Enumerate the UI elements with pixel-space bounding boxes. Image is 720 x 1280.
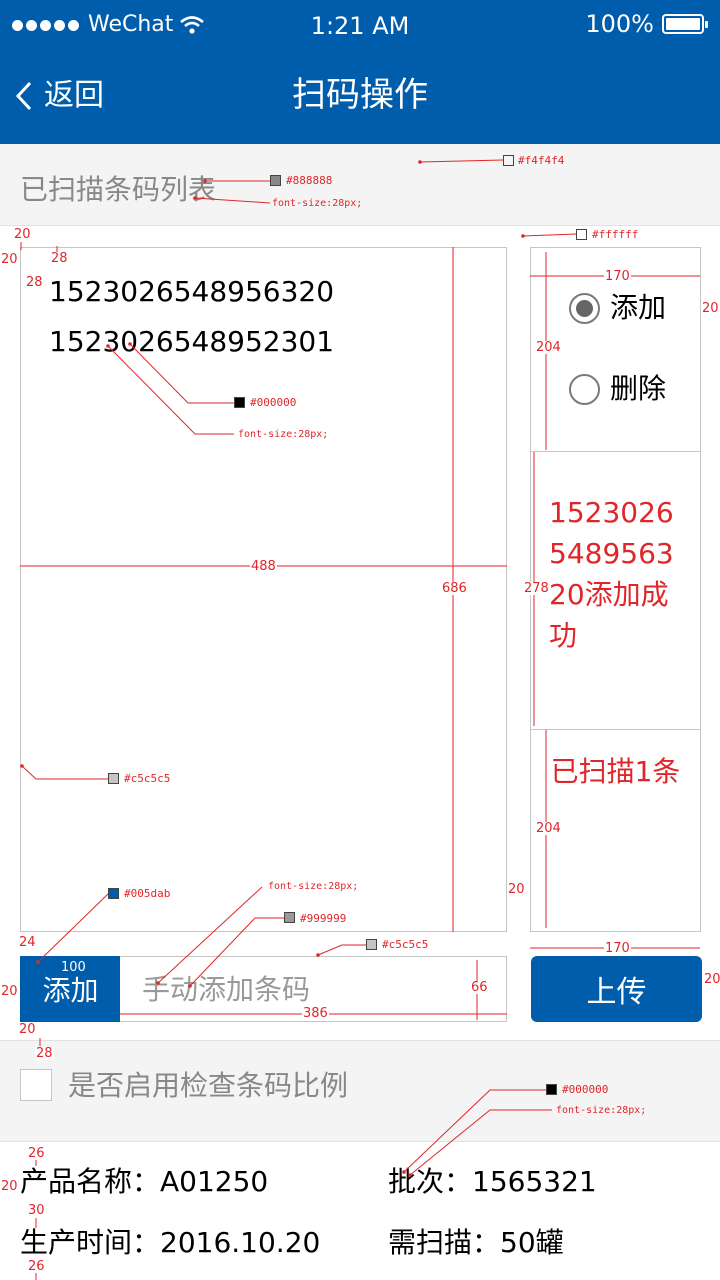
- battery-icon: [662, 14, 708, 34]
- dimension-label: 20: [0, 1179, 19, 1194]
- annotation-label: #000000: [562, 1083, 609, 1096]
- production-date-label: 生产时间：: [20, 1226, 161, 1259]
- dimension-label: 26: [27, 1146, 46, 1161]
- annotation-label: font-size:28px;: [272, 198, 363, 209]
- product-name-row: 产品名称：A01250: [20, 1168, 268, 1196]
- required-scan-row: 需扫描：50罐: [388, 1229, 564, 1257]
- annotation-label: #c5c5c5: [382, 938, 429, 951]
- mode-option-add[interactable]: 添加: [569, 290, 666, 326]
- scanned-list-header: 已扫描条码列表: [0, 144, 720, 226]
- required-scan-value: 50罐: [500, 1226, 564, 1259]
- dimension-label: 20: [507, 882, 526, 897]
- dimension-label: 170: [604, 941, 631, 956]
- app-header: WeChat 1:21 AM 100% 返回 扫码操作: [0, 0, 720, 144]
- product-name-label: 产品名称：: [20, 1165, 161, 1198]
- dimension-label: 30: [27, 1203, 46, 1218]
- scan-result-message: 1523026548956320添加成功: [549, 496, 674, 652]
- dimension-label: 28: [25, 275, 44, 290]
- mode-option-delete[interactable]: 删除: [569, 371, 666, 407]
- annotation-label: #005dab: [124, 887, 171, 900]
- batch-row: 批次：1565321: [388, 1168, 597, 1196]
- dimension-label: 28: [35, 1046, 54, 1061]
- battery-percent: 100%: [585, 10, 654, 38]
- color-swatch-icon: [576, 229, 587, 240]
- annotation-label: font-size:28px;: [268, 881, 359, 892]
- product-name-value: A01250: [160, 1165, 269, 1198]
- color-swatch-icon: [108, 888, 119, 899]
- dimension-label: 204: [535, 340, 562, 355]
- required-scan-label: 需扫描：: [388, 1226, 501, 1259]
- mode-option-label: 删除: [610, 372, 667, 405]
- dimension-label: 488: [250, 559, 277, 574]
- upload-button[interactable]: 上传: [531, 956, 702, 1022]
- panel-divider: [531, 451, 700, 452]
- annotation-label: font-size:28px;: [556, 1105, 647, 1116]
- panel-divider: [531, 729, 700, 730]
- production-date-value: 2016.10.20: [160, 1226, 321, 1259]
- color-swatch-icon: [108, 773, 119, 784]
- ratio-check-bar: 是否启用检查条码比例: [0, 1040, 720, 1142]
- color-swatch-icon: [234, 397, 245, 408]
- code-list-item[interactable]: 1523026548952301: [49, 328, 334, 356]
- scanned-code-list[interactable]: 1523026548956320 1523026548952301: [20, 247, 507, 932]
- annotation-label: font-size:28px;: [238, 429, 329, 440]
- radio-selected-icon[interactable]: [569, 292, 600, 324]
- ratio-check-checkbox[interactable]: [20, 1069, 52, 1101]
- dimension-label: 386: [302, 1006, 329, 1021]
- color-swatch-icon: [270, 175, 281, 186]
- batch-value: 1565321: [472, 1165, 597, 1198]
- annotation-label: #000000: [250, 396, 297, 409]
- dimension-label: 26: [27, 1259, 46, 1274]
- dimension-label: 20: [703, 972, 720, 987]
- dimension-label: 20: [0, 252, 19, 267]
- mode-option-label: 添加: [610, 291, 667, 324]
- dimension-label: 686: [441, 581, 468, 596]
- dimension-label: 20: [701, 301, 720, 316]
- code-list-item[interactable]: 1523026548956320: [49, 278, 334, 306]
- annotation-label: #c5c5c5: [124, 772, 171, 785]
- status-battery: 100%: [585, 10, 708, 38]
- annotation-label: #f4f4f4: [518, 154, 565, 167]
- dimension-label: 20: [18, 1022, 37, 1037]
- ratio-check-label: 是否启用检查条码比例: [68, 1069, 349, 1102]
- dimension-label: 170: [604, 269, 631, 284]
- dimension-label: 24: [18, 935, 37, 950]
- dimension-label: 20: [13, 227, 32, 242]
- scanned-list-title: 已扫描条码列表: [20, 173, 217, 206]
- dimension-label: 28: [50, 251, 69, 266]
- dimension-label: 100: [61, 960, 86, 975]
- page-title: 扫码操作: [292, 75, 428, 115]
- annotation-label: #ffffff: [592, 228, 639, 241]
- production-date-row: 生产时间：2016.10.20: [20, 1229, 320, 1257]
- color-swatch-icon: [366, 939, 377, 950]
- color-swatch-icon: [284, 912, 295, 923]
- dimension-label: 66: [470, 980, 489, 995]
- dimension-label: 20: [0, 984, 19, 999]
- radio-unselected-icon[interactable]: [569, 373, 600, 405]
- batch-label: 批次：: [388, 1165, 473, 1198]
- color-swatch-icon: [546, 1084, 557, 1095]
- color-swatch-icon: [503, 155, 514, 166]
- scan-count: 已扫描1条: [550, 755, 681, 788]
- annotation-label: #888888: [286, 174, 333, 187]
- dimension-label: 278: [523, 581, 550, 596]
- annotation-label: #999999: [300, 912, 347, 925]
- dimension-label: 204: [535, 821, 562, 836]
